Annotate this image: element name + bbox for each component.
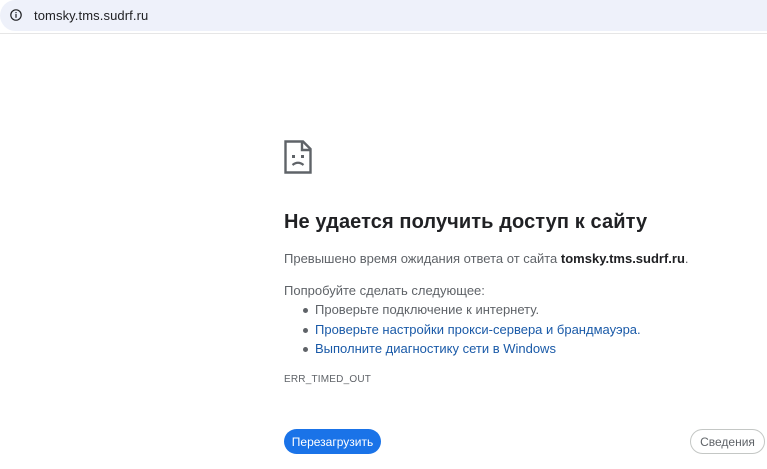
description-host: tomsky.tms.sudrf.ru (560, 251, 685, 266)
suggestion-proxy-firewall[interactable]: Проверьте настройки прокси-сервера и бра… (284, 322, 641, 342)
bullet-icon (303, 327, 308, 333)
sad-page-icon (284, 140, 312, 174)
address-bar[interactable]: tomsky.tms.sudrf.ru (0, 0, 767, 31)
bullet-icon (303, 308, 308, 313)
page-title: Не удается получить доступ к сайту (284, 211, 648, 233)
network-diagnostics-link[interactable]: Выполните диагностику сети в Windows (315, 341, 556, 356)
details-button[interactable]: Сведения (690, 429, 765, 454)
bullet-icon (303, 347, 308, 352)
description-prefix: Превышено время ожидания ответа от сайта (284, 251, 561, 266)
toolbar-divider (0, 33, 767, 34)
suggestions-list: Проверьте подключение к интернету. Прове… (284, 302, 641, 361)
error-code: ERR_TIMED_OUT (284, 374, 372, 385)
error-description: Превышено время ожидания ответа от сайта… (284, 251, 689, 266)
reload-button[interactable]: Перезагрузить (284, 429, 381, 454)
suggestions-heading: Попробуйте сделать следующее: (284, 283, 485, 298)
description-suffix: . (684, 251, 689, 266)
suggestion-check-connection: Проверьте подключение к интернету. (284, 302, 641, 322)
url-text[interactable]: tomsky.tms.sudrf.ru (34, 8, 148, 23)
suggestion-network-diagnostics[interactable]: Выполните диагностику сети в Windows (284, 341, 641, 361)
suggestion-text: Проверьте подключение к интернету. (315, 302, 540, 317)
info-icon[interactable] (10, 9, 22, 21)
proxy-firewall-link[interactable]: Проверьте настройки прокси-сервера и бра… (315, 322, 641, 337)
